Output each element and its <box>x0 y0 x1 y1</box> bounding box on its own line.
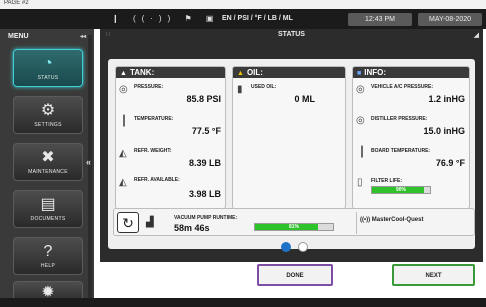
sidebar-item-label: SETTINGS <box>34 122 62 128</box>
distiller-pressure-label: DISTILLER PRESSURE: <box>371 116 428 122</box>
brand-label: ((•)) MasterCool-Quest <box>360 217 423 223</box>
info-title: INFO: <box>364 68 387 77</box>
date-display: MAY-08-2020 <box>418 13 482 26</box>
pump-runtime-label: VACUUM PUMP RUNTIME: <box>174 215 238 221</box>
menu-toggle-icon[interactable]: ◂◂ <box>80 33 86 40</box>
sidebar-item-help[interactable]: ? HELP <box>13 237 83 275</box>
filter-life-label: FILTER LIFE: <box>371 178 403 184</box>
warning-icon: ▲ <box>237 70 244 77</box>
sidebar-item-label: MAINTENANCE <box>28 169 68 175</box>
distiller-gauge-icon: ◎ <box>356 115 365 126</box>
document-icon: ▤ <box>40 196 56 213</box>
sidebar-item-label: HELP <box>40 263 56 269</box>
status-bar: ❙ ((·)) ⚑ ▣ EN / PSI / °F / LB / ML 12:4… <box>0 9 486 29</box>
page-indicator-inactive[interactable] <box>298 242 308 252</box>
pump-progress-bar: 81% <box>254 223 334 231</box>
tank-title: TANK: <box>129 68 155 77</box>
sidebar: MENU ◂◂ ◔ STATUS ⚙ SETTINGS ✖ MAINTENANC… <box>0 29 94 307</box>
sidebar-item-settings[interactable]: ⚙ SETTINGS <box>13 96 83 134</box>
top-strip: PAGE #2 <box>0 0 486 9</box>
bluetooth-icon: ❙ <box>112 14 125 23</box>
screen: PAGE #2 ❙ ((·)) ⚑ ▣ EN / PSI / °F / LB /… <box>0 0 486 307</box>
board-temperature-value: 76.9 °F <box>435 158 465 168</box>
window-corner-icon: ◢ <box>473 32 479 39</box>
temperature-value: 77.5 °F <box>191 126 221 136</box>
wireless-icon: ((•)) <box>360 217 372 223</box>
vehicle-ac-pressure-label: VEHICLE A/C PRESSURE: <box>371 84 434 90</box>
sidebar-item-label: DOCUMENTS <box>30 216 66 222</box>
time-display: 12:43 PM <box>348 13 412 26</box>
weight-icon: ◭ <box>119 148 127 159</box>
refrigerant-icon: ◭ <box>119 177 127 188</box>
brand-name: MasterCool-Quest <box>371 217 424 223</box>
sidebar-item-maintenance[interactable]: ✖ MAINTENANCE <box>13 143 83 181</box>
sidebar-item-status[interactable]: ◔ STATUS <box>13 49 83 87</box>
page-indicator-active[interactable] <box>281 242 291 252</box>
pressure-value: 85.8 PSI <box>186 94 221 104</box>
info-header: ■ INFO: <box>353 67 469 78</box>
sidebar-item-label: STATUS <box>37 75 59 81</box>
filter-life-bar: 90% <box>371 186 431 194</box>
info-panel: ■ INFO: ◎ VEHICLE A/C PRESSURE: 1.2 inHG … <box>352 66 470 209</box>
thermometer-icon: ┃ <box>121 116 128 127</box>
menu-title: MENU <box>8 33 29 40</box>
next-button[interactable]: NEXT <box>392 264 475 286</box>
refr-available-label: REFR. AVAILABLE: <box>134 177 180 183</box>
board-thermometer-icon: ┃ <box>359 147 366 158</box>
refresh-icon: ↻ <box>122 215 134 231</box>
window-title: STATUS <box>278 31 305 38</box>
vacuum-pump-icon: ▟ <box>146 217 154 228</box>
bottom-bar <box>0 298 486 307</box>
pump-runtime-value: 58m 46s <box>174 223 210 233</box>
menu-header: MENU ◂◂ <box>8 33 86 44</box>
refr-available-value: 3.98 LB <box>188 189 221 199</box>
oil-bottle-icon: ▮ <box>237 84 243 95</box>
oil-title: OIL: <box>246 68 263 77</box>
wrench-icon: ✖ <box>41 149 55 166</box>
refr-weight-label: REFR. WEIGHT: <box>134 148 172 154</box>
filter-life-percent: 90% <box>395 187 406 193</box>
board-temperature-label: BOARD TEMPERATURE: <box>371 148 431 154</box>
status-icons: ❙ ((·)) ⚑ ▣ <box>112 14 219 23</box>
wifi-icon: ((·)) <box>132 14 177 23</box>
disk-icon: ▣ <box>205 14 220 23</box>
used-oil-value: 0 ML <box>294 94 315 104</box>
ac-gauge-icon: ◎ <box>356 84 365 95</box>
flag-icon: ⚑ <box>184 14 198 23</box>
oil-panel: ▲ OIL: ▮ USED OIL: 0 ML <box>232 66 346 209</box>
distiller-pressure-value: 15.0 inHG <box>423 126 465 136</box>
page-tag: PAGE #2 <box>4 0 29 6</box>
sidebar-item-documents[interactable]: ▤ DOCUMENTS <box>13 190 83 228</box>
help-icon: ? <box>43 243 53 260</box>
filter-icon: ▯ <box>357 177 363 188</box>
strip-divider <box>356 212 357 234</box>
oil-header: ▲ OIL: <box>233 67 345 78</box>
refresh-button[interactable]: ↻ <box>117 212 139 233</box>
collapse-sidebar-icon[interactable]: « <box>86 157 96 171</box>
done-button[interactable]: DONE <box>257 264 333 286</box>
info-icon: ■ <box>357 70 362 77</box>
pump-progress-percent: 81% <box>288 224 299 230</box>
used-oil-label: USED OIL: <box>251 84 277 90</box>
gear-icon: ⚙ <box>40 102 56 119</box>
units-label[interactable]: EN / PSI / °F / LB / ML <box>222 15 293 22</box>
pressure-label: PRESSURE: <box>134 84 164 90</box>
temperature-label: TEMPERATURE: <box>134 116 174 122</box>
pressure-gauge-icon: ◎ <box>119 84 128 95</box>
vehicle-ac-pressure-value: 1.2 inHG <box>428 94 465 104</box>
gauge-icon: ◔ <box>43 55 53 72</box>
tank-header: ▲ TANK: <box>116 67 225 78</box>
tank-icon: ▲ <box>120 70 127 77</box>
tank-panel: ▲ TANK: ◎ PRESSURE: 85.8 PSI ┃ TEMPERATUR… <box>115 66 226 209</box>
refr-weight-value: 8.39 LB <box>188 158 221 168</box>
pump-strip: ↻ ▟ VACUUM PUMP RUNTIME: 58m 46s 81% ((•… <box>113 208 475 236</box>
